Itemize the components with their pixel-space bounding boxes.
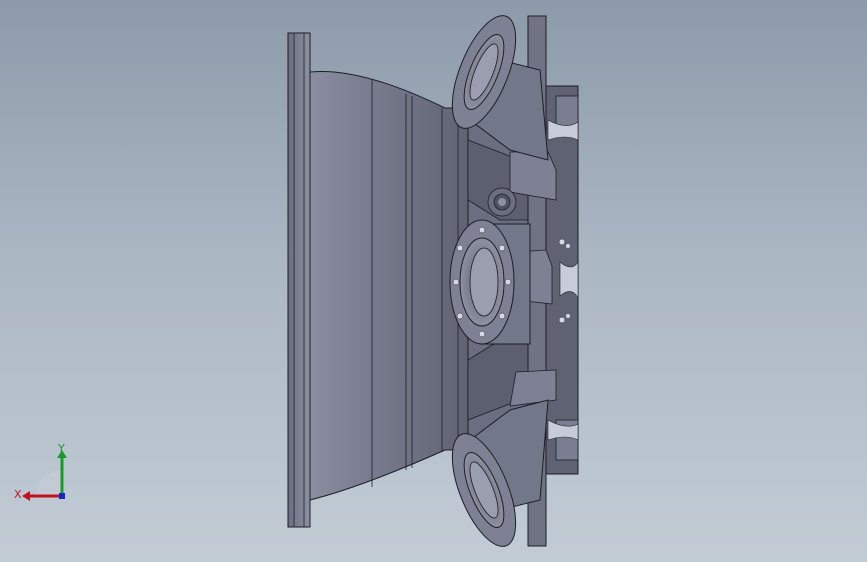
triad-plane <box>36 470 62 496</box>
orientation-triad: Y X <box>14 442 67 501</box>
cad-viewport[interactable]: Y X <box>0 0 867 562</box>
middle-inlet-port <box>449 219 531 345</box>
engine-model[interactable] <box>0 0 867 562</box>
z-axis-marker <box>59 493 65 499</box>
nozzle-bell <box>309 70 471 501</box>
x-axis-label: X <box>14 488 22 501</box>
y-axis-label: Y <box>57 442 65 455</box>
rear-flange <box>287 32 311 528</box>
x-axis-arrowhead <box>22 491 30 501</box>
